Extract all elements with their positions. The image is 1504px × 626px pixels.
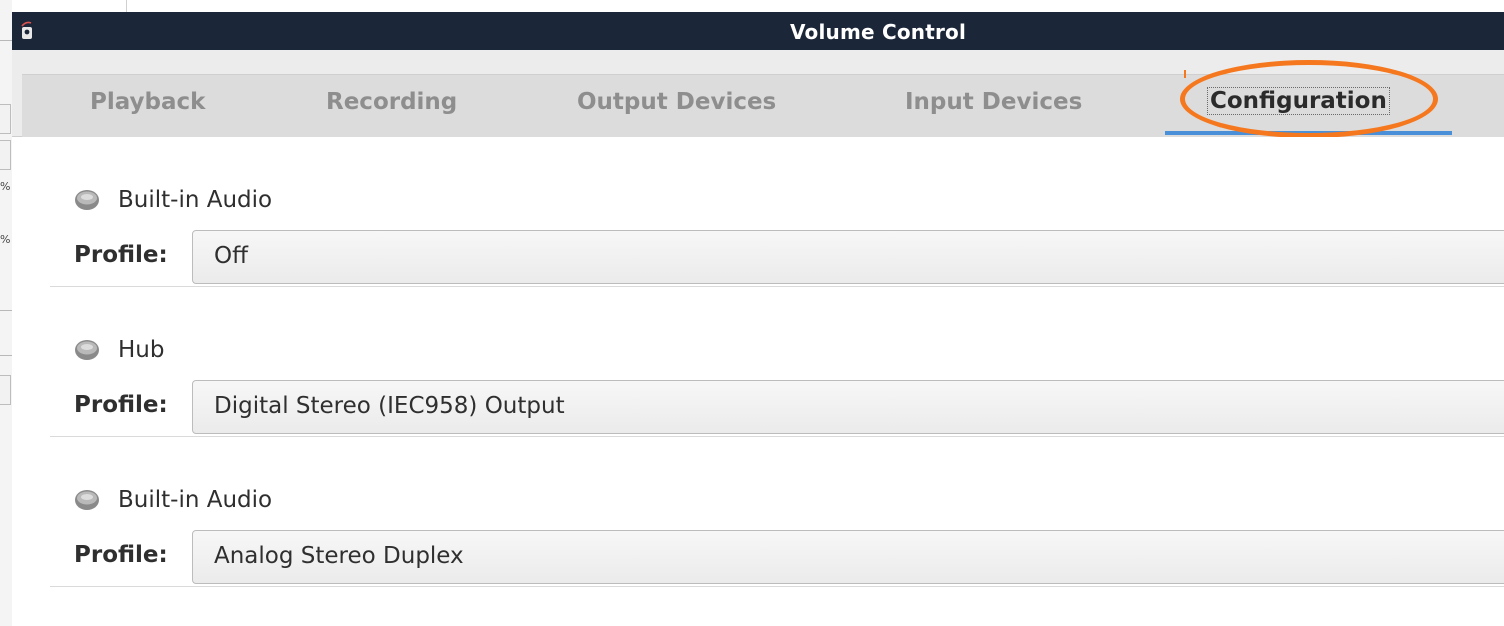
speaker-icon xyxy=(75,490,99,510)
device-header: Built-in Audio xyxy=(74,485,272,515)
device-header: Built-in Audio xyxy=(74,185,272,215)
volume-control-window: Volume Control Playback Recording Output… xyxy=(12,12,1504,626)
background-app-edge: % % xyxy=(0,0,12,626)
profile-label: Profile: xyxy=(74,542,168,568)
tab-input-devices[interactable]: Input Devices xyxy=(905,89,1082,115)
profile-value: Analog Stereo Duplex xyxy=(214,543,464,569)
tab-playback[interactable]: Playback xyxy=(90,89,205,115)
configuration-panel: Built-in Audio Profile: Off Hub Profile:… xyxy=(12,137,1504,626)
device-name: Built-in Audio xyxy=(118,487,273,513)
profile-value: Digital Stereo (IEC958) Output xyxy=(214,393,565,419)
speaker-icon xyxy=(75,190,99,210)
window-title: Volume Control xyxy=(789,20,967,44)
device-name: Built-in Audio xyxy=(118,187,273,213)
profile-label: Profile: xyxy=(74,392,168,418)
profile-value: Off xyxy=(214,243,248,269)
background-control[interactable] xyxy=(0,375,11,405)
tab-configuration[interactable]: Configuration xyxy=(1207,87,1390,115)
device-card: Hub Profile: Digital Stereo (IEC958) Out… xyxy=(50,287,1504,437)
background-window-edge xyxy=(12,0,127,12)
annotation-mark xyxy=(1184,70,1186,78)
speaker-icon xyxy=(75,340,99,360)
background-divider xyxy=(0,40,12,41)
tab-output-devices[interactable]: Output Devices xyxy=(577,89,776,115)
title-bar[interactable]: Volume Control xyxy=(12,12,1504,50)
tab-bar: Playback Recording Output Devices Input … xyxy=(12,50,1504,152)
background-control[interactable] xyxy=(0,104,11,134)
card-divider xyxy=(50,586,1504,587)
device-card: Built-in Audio Profile: Off xyxy=(50,137,1504,287)
tab-recording[interactable]: Recording xyxy=(326,89,457,115)
profile-label: Profile: xyxy=(74,242,168,268)
device-header: Hub xyxy=(74,335,164,365)
device-name: Hub xyxy=(118,337,165,363)
profile-dropdown[interactable]: Analog Stereo Duplex xyxy=(192,530,1504,584)
background-divider xyxy=(0,310,12,311)
background-percent: % xyxy=(0,233,11,246)
background-percent: % xyxy=(0,180,11,193)
active-tab-indicator xyxy=(1165,131,1452,135)
profile-dropdown[interactable]: Digital Stereo (IEC958) Output xyxy=(192,380,1504,434)
background-divider xyxy=(0,355,12,356)
background-control[interactable] xyxy=(0,140,11,170)
profile-dropdown[interactable]: Off xyxy=(192,230,1504,284)
device-card: Built-in Audio Profile: Analog Stereo Du… xyxy=(50,437,1504,587)
